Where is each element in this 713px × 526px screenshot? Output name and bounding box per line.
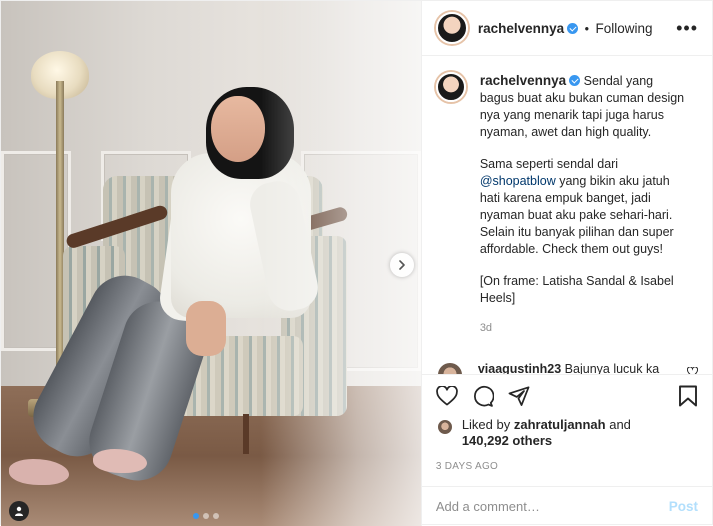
comment-text: viaagustinh23 Bajunya lucuk ka chel	[478, 361, 668, 374]
comments-section: rachelvennya Sendal yang bagus buat aku …	[422, 56, 712, 374]
verified-badge-icon	[569, 75, 581, 87]
header-username[interactable]: rachelvennya	[478, 21, 564, 36]
like-comment-heart-icon[interactable]	[687, 367, 698, 374]
avatar[interactable]	[435, 361, 464, 374]
comment-bubble-icon[interactable]	[472, 385, 494, 407]
likes-summary: Liked by zahratuljannah and 140,292 othe…	[435, 416, 698, 449]
action-icons	[435, 385, 698, 407]
instagram-post: rachelvennya • Following ••• rachelvenny…	[0, 0, 713, 526]
post-photo[interactable]	[1, 1, 421, 526]
post-header: rachelvennya • Following •••	[421, 1, 712, 57]
like-heart-icon[interactable]	[435, 385, 458, 406]
following-button[interactable]: Following	[595, 21, 652, 36]
caption-paragraph-2-prefix: Sama seperti sendal dari	[479, 157, 619, 172]
verified-badge-icon	[567, 22, 579, 34]
carousel-indicator	[193, 513, 219, 519]
bookmark-icon[interactable]	[678, 385, 698, 407]
caption: rachelvennya Sendal yang bagus buat aku …	[435, 72, 698, 337]
liked-by-username[interactable]: zahratuljannah	[514, 417, 606, 432]
post-actions: Liked by zahratuljannah and 140,292 othe…	[421, 373, 712, 476]
avatar[interactable]	[435, 12, 468, 45]
comment-item: viaagustinh23 Bajunya lucuk ka chel	[435, 361, 698, 374]
carousel-dot	[193, 513, 199, 519]
more-options-icon[interactable]: •••	[676, 18, 698, 39]
caption-body: rachelvennya Sendal yang bagus buat aku …	[480, 72, 690, 337]
carousel-dot	[213, 513, 219, 519]
comment-input[interactable]	[435, 498, 669, 514]
tagged-users-button[interactable]	[9, 501, 29, 521]
header-user: rachelvennya • Following	[478, 21, 653, 36]
avatar[interactable]	[435, 417, 454, 436]
caption-paragraph-3: [On frame: Latisha Sandal & Isabel Heels…	[479, 274, 674, 306]
chevron-right-icon	[399, 260, 405, 270]
mention-link[interactable]: @shopatblow	[480, 174, 556, 188]
user-icon	[15, 506, 23, 516]
likes-text: Liked by zahratuljannah and 140,292 othe…	[461, 416, 631, 448]
caption-username[interactable]: rachelvennya	[480, 73, 566, 88]
post-comment-button[interactable]: Post	[669, 499, 698, 514]
header-separator: •	[584, 21, 589, 36]
likes-count-link[interactable]: 140,292 others	[462, 433, 552, 448]
avatar[interactable]	[435, 72, 466, 103]
post-date[interactable]: 3 DAYS AGO	[436, 461, 698, 472]
post-side-panel: rachelvennya • Following ••• rachelvenny…	[420, 1, 712, 526]
carousel-dot	[203, 513, 209, 519]
carousel-next-button[interactable]	[390, 253, 414, 277]
sandal	[9, 459, 69, 485]
add-comment-bar: Post	[421, 485, 712, 526]
comment-username[interactable]: viaagustinh23	[478, 362, 561, 374]
caption-time[interactable]: 3d	[480, 320, 690, 337]
share-plane-icon[interactable]	[508, 386, 530, 406]
